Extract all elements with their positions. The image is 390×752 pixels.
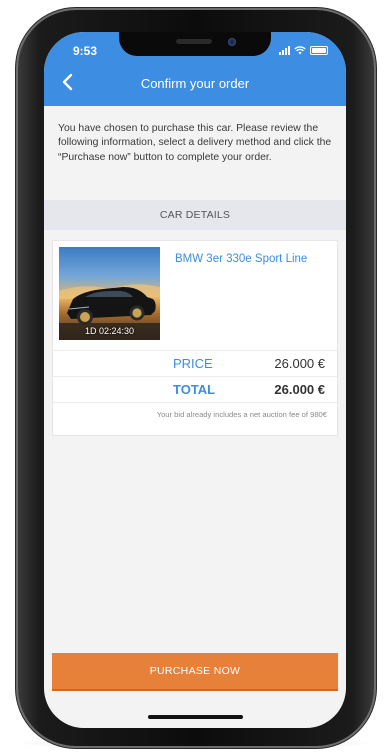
price-label: PRICE	[173, 356, 213, 371]
car-details-header: CAR DETAILS	[44, 200, 346, 230]
price-value: 26.000 €	[274, 356, 325, 371]
notch	[119, 32, 271, 56]
speaker-grille	[176, 39, 212, 44]
total-value: 26.000 €	[274, 382, 325, 397]
battery-icon	[310, 46, 328, 55]
price-row: PRICE 26.000 €	[53, 350, 337, 376]
app-screen: 9:53 Confirm your order You have chosen …	[44, 32, 346, 728]
total-label: TOTAL	[173, 382, 216, 397]
signal-icon	[279, 46, 290, 55]
wifi-icon	[294, 46, 306, 55]
total-row: TOTAL 26.000 €	[53, 376, 337, 402]
car-details-card: 1D 02:24:30 BMW 3er 330e Sport Line PRIC…	[52, 240, 338, 436]
car-title-link[interactable]: BMW 3er 330e Sport Line	[175, 253, 307, 265]
status-time: 9:53	[73, 44, 98, 58]
status-icons	[279, 45, 328, 55]
page-title: Confirm your order	[140, 76, 250, 91]
fee-note-row: Your bid already includes a net auction …	[53, 402, 337, 426]
purchase-now-button[interactable]: PURCHASE NOW	[52, 653, 338, 689]
intro-text: You have chosen to purchase this car. Pl…	[58, 123, 332, 163]
fee-note: Your bid already includes a net auction …	[156, 410, 327, 419]
car-thumbnail[interactable]: 1D 02:24:30	[59, 247, 160, 340]
home-indicator[interactable]	[148, 715, 243, 719]
auction-timer: 1D 02:24:30	[84, 326, 135, 336]
camera-icon	[228, 38, 236, 46]
